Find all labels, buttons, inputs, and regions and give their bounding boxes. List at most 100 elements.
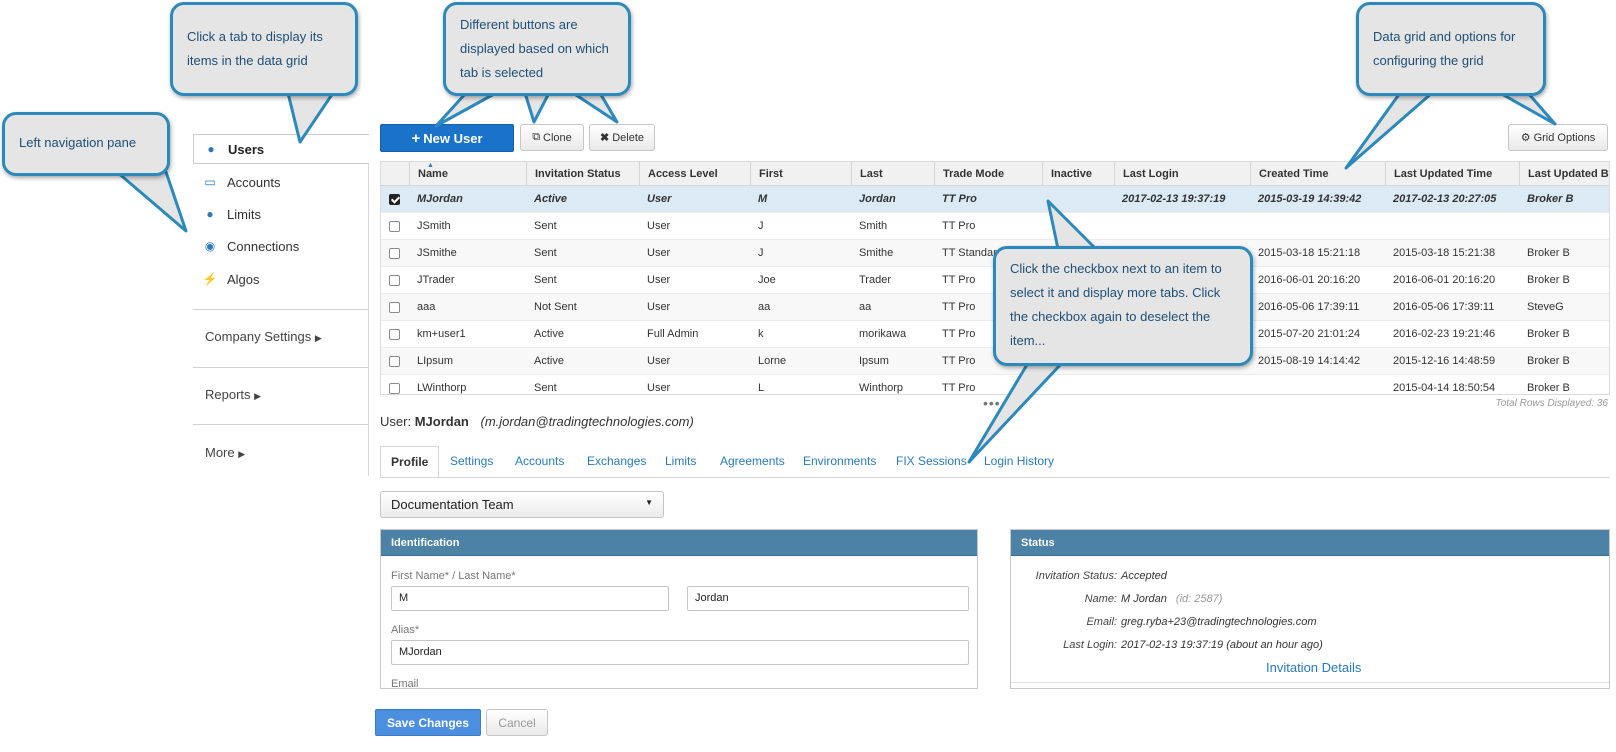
- sort-ascending-icon: ▲: [427, 162, 434, 169]
- table-cell: Joe: [758, 274, 776, 286]
- delete-button[interactable]: ✖ Delete: [589, 124, 655, 151]
- identification-panel: Identification First Name* / Last Name* …: [380, 529, 978, 689]
- status-title: Status: [1011, 530, 1609, 556]
- tab-profile[interactable]: Profile: [380, 446, 440, 478]
- table-cell: User: [647, 193, 672, 205]
- invitation-details-link[interactable]: Invitation Details: [1266, 660, 1361, 675]
- close-icon: ✖: [599, 132, 610, 144]
- table-cell: Sent: [534, 247, 557, 259]
- status-email-value: greg.ryba+23@tradingtechnologies.com: [1121, 616, 1317, 628]
- name-label: First Name* / Last Name*: [391, 570, 516, 582]
- status-panel: Status Invitation Status: Accepted Name:…: [1010, 529, 1610, 689]
- column-header[interactable]: Invitation Status: [526, 162, 639, 186]
- column-header[interactable]: Last: [851, 162, 934, 186]
- table-cell: [1114, 375, 1250, 394]
- table-cell: LIpsum: [417, 355, 454, 367]
- tab-login-history[interactable]: Login History: [984, 446, 1054, 478]
- user-icon: ●: [206, 207, 214, 221]
- table-cell: [1114, 213, 1250, 240]
- caret-right-icon: ▶: [238, 449, 246, 459]
- sidebar-item-algos[interactable]: ⚡ Algos: [193, 264, 369, 294]
- tab-settings[interactable]: Settings: [450, 446, 493, 478]
- table-cell: Lorne: [758, 355, 787, 367]
- column-header[interactable]: Created Time: [1250, 162, 1385, 186]
- tab-agreements[interactable]: Agreements: [720, 446, 785, 478]
- column-header[interactable]: Last Updated By: [1519, 162, 1609, 186]
- nav-group-more[interactable]: More ▶: [205, 445, 245, 460]
- table-cell: User: [647, 355, 671, 367]
- nav-group-reports[interactable]: Reports ▶: [205, 387, 261, 402]
- table-cell: JTrader: [417, 274, 455, 286]
- table-cell: km+user1: [417, 328, 466, 340]
- table-cell: 2015-07-20 21:01:24: [1258, 328, 1361, 340]
- last-name-field[interactable]: Jordan: [687, 586, 969, 611]
- sidebar-item-limits[interactable]: ● Limits: [193, 199, 369, 229]
- table-cell: 2016-05-06 17:39:11: [1258, 301, 1360, 313]
- tab-accounts[interactable]: Accounts: [515, 446, 564, 478]
- grid-pointer-2: [1498, 91, 1557, 126]
- nav-divider: [193, 424, 369, 425]
- row-checkbox[interactable]: [389, 194, 400, 205]
- sidebar-item-connections[interactable]: ◉ Connections: [193, 231, 369, 261]
- column-header[interactable]: Last Updated Time: [1385, 162, 1519, 186]
- more-rows-icon[interactable]: •••: [983, 395, 1001, 411]
- alias-label: Alias*: [391, 624, 420, 636]
- tab-environments[interactable]: Environments: [803, 446, 876, 478]
- column-header[interactable]: Inactive: [1042, 162, 1114, 186]
- left-nav-pointer: [115, 170, 188, 233]
- first-name-field[interactable]: M: [391, 586, 669, 611]
- table-cell: J: [758, 220, 764, 232]
- team-select[interactable]: Documentation Team ▼: [380, 491, 664, 518]
- row-checkbox[interactable]: [389, 275, 400, 286]
- user-icon: ●: [207, 142, 215, 156]
- total-rows-label: Total Rows Displayed: 36: [1495, 398, 1608, 409]
- sidebar-item-accounts[interactable]: ▭ Accounts: [193, 167, 369, 197]
- cancel-button[interactable]: Cancel: [486, 709, 548, 736]
- sidebar-item-label: Limits: [227, 206, 261, 222]
- table-cell: aa: [758, 301, 771, 313]
- row-checkbox[interactable]: [389, 302, 400, 313]
- table-cell: 2015-03-18 15:21:38: [1393, 247, 1496, 259]
- save-changes-button[interactable]: Save Changes: [375, 709, 481, 736]
- table-cell: User: [647, 274, 671, 286]
- nav-group-label: More: [205, 445, 235, 460]
- tab-exchanges[interactable]: Exchanges: [587, 446, 646, 478]
- table-cell: L: [758, 382, 765, 394]
- table-cell: Broker B: [1527, 247, 1570, 259]
- table-cell: aaa: [417, 301, 436, 313]
- table-row[interactable]: JSmith Sent User J Smith TT Pro: [381, 213, 1609, 240]
- alias-field[interactable]: MJordan: [391, 640, 969, 665]
- callout-checkbox: Click the checkbox next to an item to se…: [993, 246, 1253, 366]
- table-cell: TT Pro: [942, 382, 976, 394]
- table-cell: Smith: [859, 220, 888, 232]
- row-checkbox[interactable]: [389, 383, 400, 394]
- column-header[interactable]: Access Level: [639, 162, 750, 186]
- tab-fix-sessions[interactable]: FIX Sessions: [896, 446, 967, 478]
- tabs-divider: [380, 477, 1610, 478]
- sidebar-item-users[interactable]: ● Users: [193, 134, 369, 164]
- table-cell: SteveG: [1527, 301, 1564, 313]
- caret-right-icon: ▶: [314, 333, 322, 343]
- table-cell: 2016-06-01 20:16:20: [1393, 274, 1496, 286]
- row-checkbox[interactable]: [389, 329, 400, 340]
- row-checkbox[interactable]: [389, 248, 400, 259]
- table-row[interactable]: LWinthorp Sent User L Winthorp TT Pro 2015-04-…: [381, 375, 1609, 394]
- row-checkbox[interactable]: [389, 221, 400, 232]
- column-header[interactable]: Trade Mode: [934, 162, 1042, 186]
- table-cell: TT Pro: [942, 220, 976, 232]
- table-row[interactable]: MJordan Active User M Jordan TT Pro 2017-02-13…: [381, 186, 1609, 213]
- tab-limits[interactable]: Limits: [665, 446, 696, 478]
- new-user-button[interactable]: + New User: [380, 124, 514, 152]
- clone-button[interactable]: ⧉ Clone: [520, 124, 584, 151]
- caret-down-icon: ▼: [645, 498, 653, 507]
- row-checkbox[interactable]: [389, 356, 400, 367]
- grid-options-button[interactable]: ⚙ Grid Options: [1508, 124, 1608, 151]
- column-header[interactable]: Last Login: [1114, 162, 1250, 186]
- gear-icon: ⚙: [1520, 132, 1531, 144]
- column-header[interactable]: First: [750, 162, 851, 186]
- status-user-id: (id: 2587): [1175, 593, 1223, 605]
- nav-group-company-settings[interactable]: Company Settings ▶: [205, 329, 322, 344]
- table-cell: 2017-02-13 20:27:05: [1393, 193, 1497, 205]
- table-cell: J: [758, 247, 764, 259]
- table-cell: [1519, 213, 1609, 240]
